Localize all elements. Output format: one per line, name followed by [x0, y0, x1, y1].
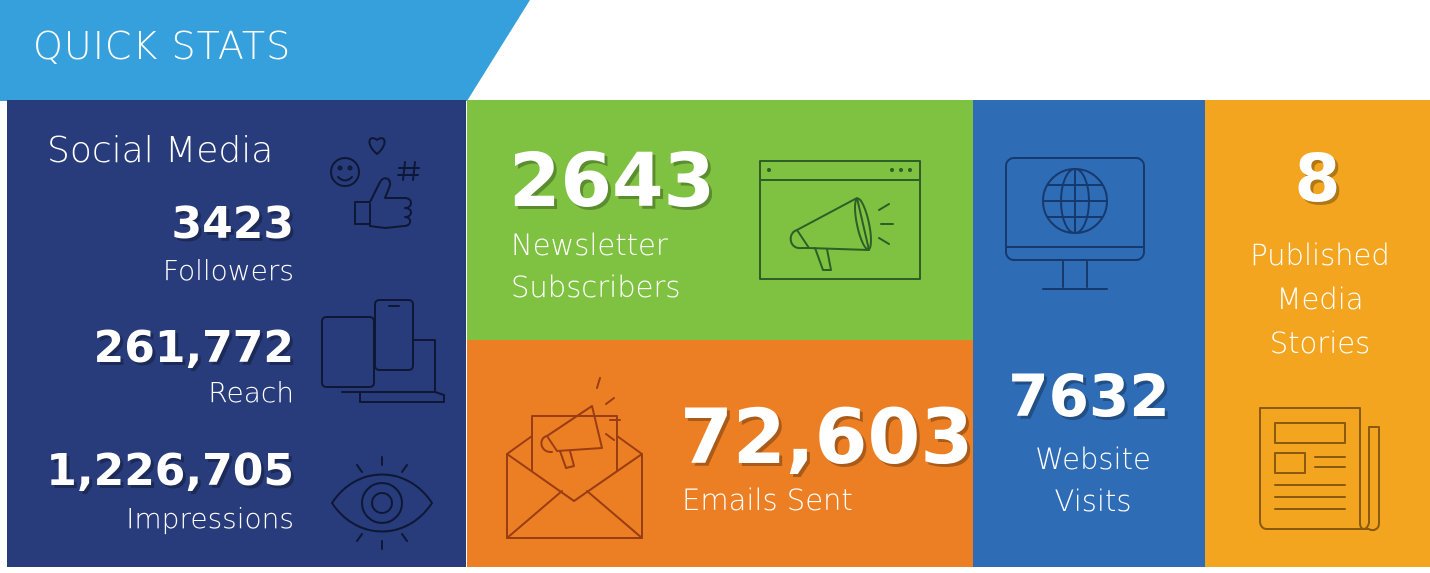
social-media-heading: Social Media — [47, 130, 274, 171]
header-banner: QUICK STATS — [0, 0, 540, 101]
impressions-value: 1,226,705 — [46, 445, 294, 496]
page-title: QUICK STATS — [33, 24, 292, 68]
emails-label: Emails Sent — [682, 483, 853, 517]
eye-icon — [331, 456, 433, 550]
reach-value: 261,772 — [93, 322, 294, 373]
social-reactions-icon — [330, 137, 420, 229]
media-label-line3: Stories — [1269, 326, 1371, 360]
envelope-megaphone-icon — [506, 377, 643, 539]
newsletter-label-line1: Newsletter — [511, 228, 668, 262]
followers-label: Followers — [162, 254, 294, 287]
followers-value: 3423 — [171, 198, 294, 249]
newspaper-icon — [1259, 407, 1380, 532]
website-label-line1: Website — [1035, 442, 1151, 476]
newsletter-label-line2: Subscribers — [511, 270, 681, 304]
devices-icon — [321, 299, 445, 403]
website-panel: 7632 Website Visits — [973, 100, 1205, 567]
media-label-line1: Published — [1250, 238, 1390, 272]
newsletter-value: 2643 — [509, 138, 715, 224]
media-label-line2: Media — [1276, 282, 1364, 316]
monitor-globe-icon — [1005, 157, 1145, 290]
media-panel: 8 Published Media Stories — [1205, 100, 1430, 567]
impressions-label: Impressions — [126, 502, 294, 535]
media-value: 8 — [1294, 140, 1341, 217]
reach-label: Reach — [208, 376, 294, 409]
emails-panel: 72,603 Emails Sent — [467, 340, 973, 567]
social-media-panel: Social Media 3423 Followers 261,772 Reac… — [7, 100, 466, 567]
newsletter-panel: 2643 Newsletter Subscribers — [467, 100, 973, 340]
emails-value: 72,603 — [680, 392, 974, 481]
website-value: 7632 — [1008, 362, 1170, 430]
browser-megaphone-icon — [759, 160, 921, 280]
website-label-line2: Visits — [1054, 484, 1132, 518]
